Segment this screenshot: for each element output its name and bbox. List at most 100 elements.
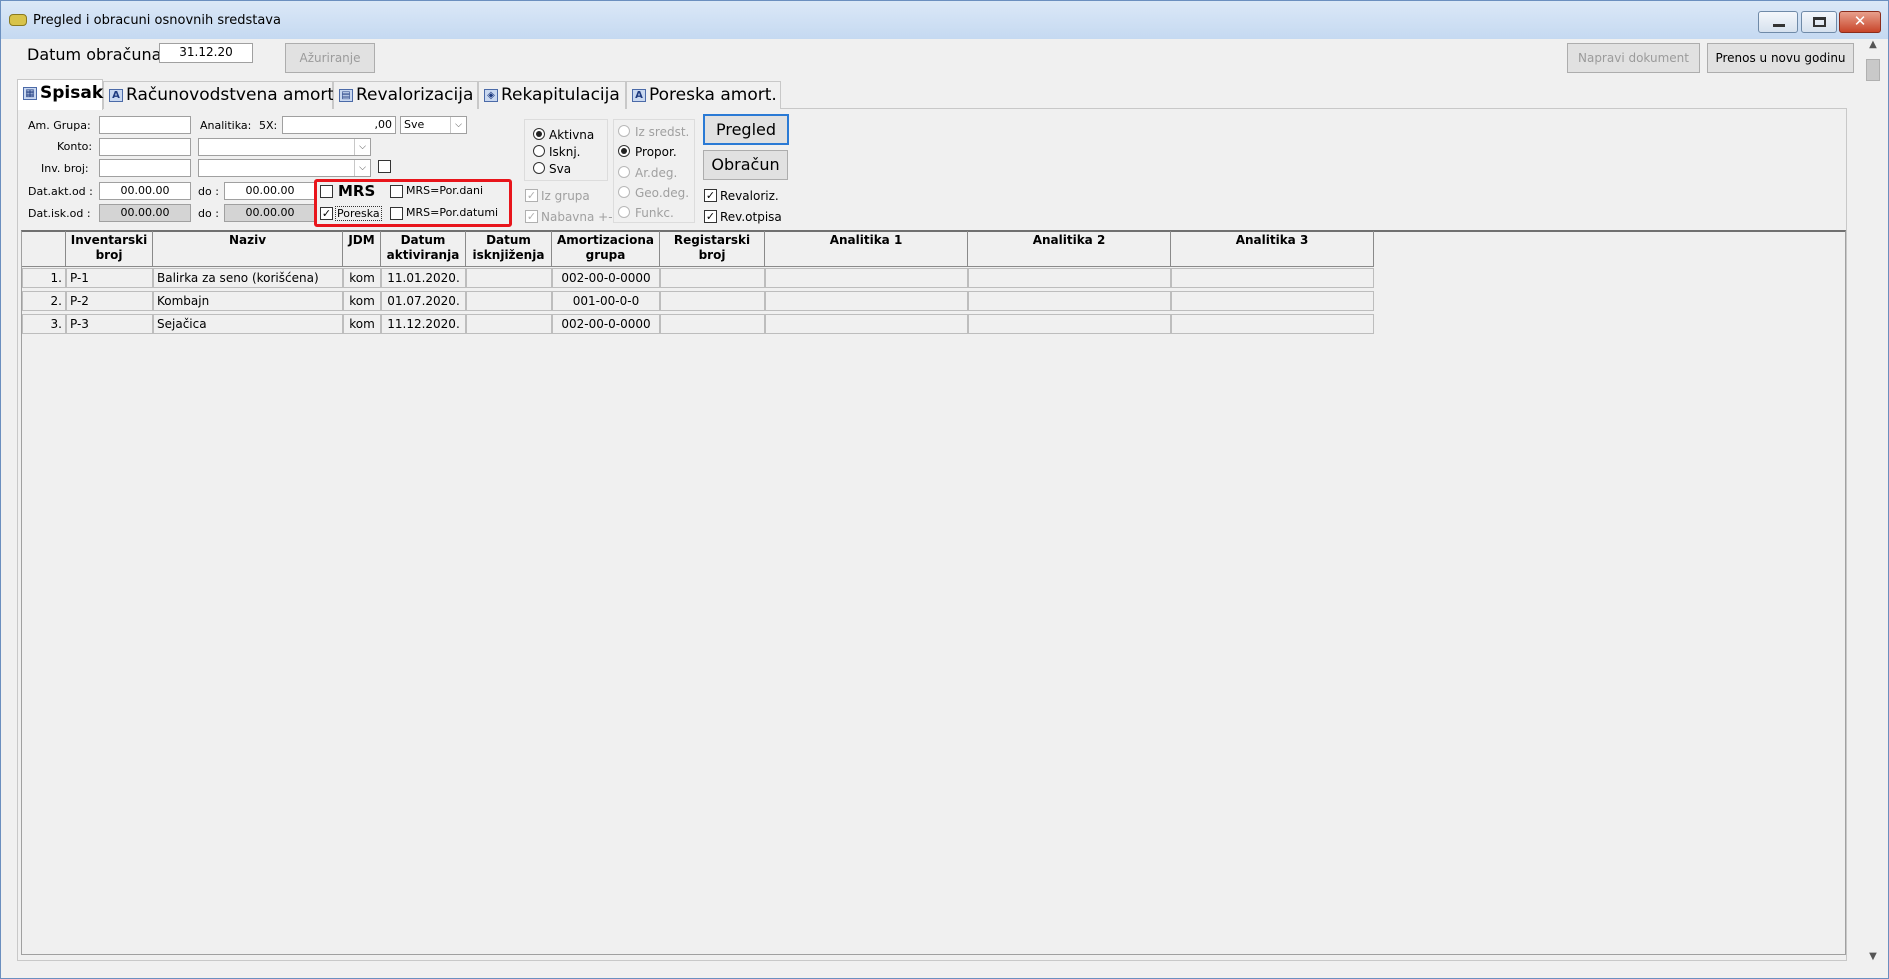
dat-akt-do-field[interactable]: 00.00.00	[224, 182, 316, 200]
prenos-u-novu-godinu-button[interactable]: Prenos u novu godinu	[1707, 43, 1854, 73]
cell-jdm[interactable]: kom	[343, 314, 381, 334]
cell-datum-aktiviranja[interactable]: 11.12.2020.	[381, 314, 466, 334]
cell-registarski-broj[interactable]	[660, 291, 765, 311]
check-icon: ✓	[705, 210, 716, 223]
funkc-radio[interactable]	[618, 206, 630, 218]
inv-broj-dropdown[interactable]: ⌵	[198, 159, 371, 177]
cell-naziv[interactable]: Kombajn	[153, 291, 343, 311]
sve-dropdown[interactable]: Sve ⌵	[400, 116, 467, 134]
row-number: 1.	[22, 268, 66, 288]
radio-selected-dot	[621, 148, 627, 154]
pregled-button[interactable]: Pregled	[703, 114, 789, 145]
dat-isk-od-field[interactable]: 00.00.00	[99, 204, 191, 222]
fivex-label: 5X:	[259, 119, 278, 132]
scroll-up-icon[interactable]: ▲	[1863, 39, 1883, 57]
column-header-datum-aktiviranja[interactable]: Datum aktiviranja	[381, 231, 466, 267]
cell-inventarski-broj[interactable]: P-1	[66, 268, 153, 288]
inv-broj-field[interactable]	[99, 159, 191, 177]
cell-naziv[interactable]: Balirka za seno (korišćena)	[153, 268, 343, 288]
cell-datum-isknjizenja[interactable]	[466, 268, 552, 288]
iz-sredst-radio[interactable]	[618, 125, 630, 137]
azuriranje-button[interactable]: Ažuriranje	[285, 43, 375, 73]
mrs-por-dani-checkbox[interactable]	[390, 185, 403, 198]
cell-datum-aktiviranja[interactable]: 01.07.2020.	[381, 291, 466, 311]
data-grid[interactable]	[21, 230, 1846, 955]
sva-radio[interactable]	[533, 162, 545, 174]
tab-poreska-amort[interactable]: A Poreska amort.	[626, 81, 781, 109]
column-header-naziv[interactable]: Naziv	[153, 231, 343, 267]
inv-broj-checkbox[interactable]	[378, 160, 391, 173]
tab-rekapitulacija[interactable]: ◈ Rekapitulacija	[478, 81, 626, 109]
tab-spisak[interactable]: ▦ Spisak	[17, 79, 103, 110]
revaloriz-checkbox[interactable]: ✓	[704, 189, 717, 202]
cell-inventarski-broj[interactable]: P-2	[66, 291, 153, 311]
check-icon: ✓	[526, 210, 537, 223]
cell-jdm[interactable]: kom	[343, 291, 381, 311]
tab-revalorizacija[interactable]: ▤ Revalorizacija	[333, 81, 478, 109]
konto-dropdown[interactable]: ⌵	[198, 138, 371, 156]
rev-otpisa-checkbox[interactable]: ✓	[704, 210, 717, 223]
dat-isk-do-field[interactable]: 00.00.00	[224, 204, 316, 222]
cell-analitika-1[interactable]	[765, 268, 968, 288]
cell-analitika-1[interactable]	[765, 291, 968, 311]
vertical-scrollbar[interactable]: ▲ ▼	[1863, 39, 1883, 969]
cell-registarski-broj[interactable]	[660, 268, 765, 288]
cell-registarski-broj[interactable]	[660, 314, 765, 334]
row-number: 2.	[22, 291, 66, 311]
cell-analitika-2[interactable]	[968, 291, 1171, 311]
konto-field[interactable]	[99, 138, 191, 156]
column-header-registarski-broj[interactable]: Registarski broj	[660, 231, 765, 267]
cell-datum-isknjizenja[interactable]	[466, 291, 552, 311]
cell-analitika-3[interactable]	[1171, 291, 1374, 311]
close-button[interactable]: ✕	[1839, 11, 1881, 33]
column-header-datum-isknjizenja[interactable]: Datum isknjiženja	[466, 231, 552, 267]
napravi-dokument-button[interactable]: Napravi dokument	[1567, 43, 1700, 73]
cell-inventarski-broj[interactable]: P-3	[66, 314, 153, 334]
cell-jdm[interactable]: kom	[343, 268, 381, 288]
column-header-amortizaciona-grupa[interactable]: Amortizaciona grupa	[552, 231, 660, 267]
fivex-field[interactable]: ,00	[282, 116, 396, 134]
iz-grupa-checkbox[interactable]: ✓	[525, 189, 538, 202]
minimize-button[interactable]	[1758, 11, 1798, 33]
column-header-jdm[interactable]: JDM	[343, 231, 381, 267]
geo-deg-radio[interactable]	[618, 186, 630, 198]
cell-naziv[interactable]: Sejačica	[153, 314, 343, 334]
cell-analitika-1[interactable]	[765, 314, 968, 334]
cell-analitika-3[interactable]	[1171, 314, 1374, 334]
cell-amortizaciona-grupa[interactable]: 002-00-0-0000	[552, 314, 660, 334]
scroll-down-icon[interactable]: ▼	[1863, 951, 1883, 969]
nabavna-checkbox[interactable]: ✓	[525, 210, 538, 223]
iz-sredst-label: Iz sredst.	[635, 125, 690, 139]
am-grupa-field[interactable]	[99, 116, 191, 134]
cell-analitika-2[interactable]	[968, 268, 1171, 288]
column-header-analitika-1[interactable]: Analitika 1	[765, 231, 968, 267]
column-header-line: Analitika 2	[1032, 233, 1106, 247]
isknj-radio[interactable]	[533, 145, 545, 157]
dat-akt-od-field[interactable]: 00.00.00	[99, 182, 191, 200]
ar-deg-radio[interactable]	[618, 166, 630, 178]
column-header-line: Naziv	[228, 233, 267, 247]
cell-analitika-3[interactable]	[1171, 268, 1374, 288]
cell-datum-aktiviranja[interactable]: 11.01.2020.	[381, 268, 466, 288]
mrs-por-datumi-checkbox[interactable]	[390, 207, 403, 220]
aktivna-radio[interactable]	[533, 128, 545, 140]
mrs-checkbox[interactable]	[320, 185, 333, 198]
cell-amortizaciona-grupa[interactable]: 002-00-0-0000	[552, 268, 660, 288]
tab-racunovodstvena-amort[interactable]: A Računovodstvena amort.	[103, 81, 339, 109]
column-header-inventarski-broj[interactable]: Inventarski broj	[66, 231, 153, 267]
cell-analitika-2[interactable]	[968, 314, 1171, 334]
column-header-analitika-3[interactable]: Analitika 3	[1171, 231, 1374, 267]
scroll-thumb[interactable]	[1866, 59, 1880, 81]
propor-radio[interactable]	[618, 145, 630, 157]
dat-isk-od-label: Dat.isk.od :	[28, 207, 91, 220]
chevron-down-icon: ⌵	[354, 139, 370, 155]
poreska-label: Poreska	[335, 206, 382, 221]
cell-amortizaciona-grupa[interactable]: 001-00-0-0	[552, 291, 660, 311]
cell-datum-isknjizenja[interactable]	[466, 314, 552, 334]
column-header-analitika-2[interactable]: Analitika 2	[968, 231, 1171, 267]
konto-label: Konto:	[57, 140, 93, 153]
obracun-button[interactable]: Obračun	[703, 150, 788, 180]
maximize-button[interactable]	[1801, 11, 1837, 33]
datum-obracuna-field[interactable]: 31.12.20	[159, 43, 253, 63]
poreska-checkbox[interactable]: ✓	[320, 207, 333, 220]
